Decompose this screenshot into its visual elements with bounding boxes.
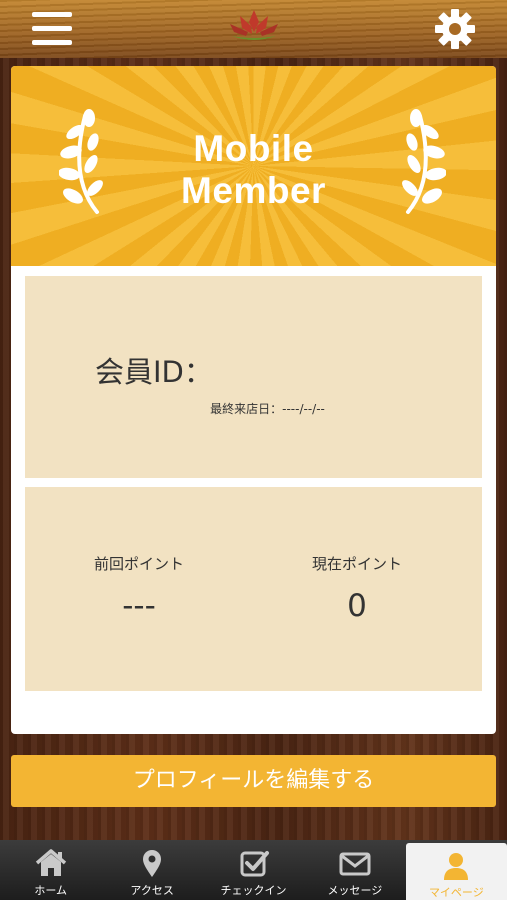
points-panel: 前回ポイント --- 現在ポイント 0: [25, 487, 482, 691]
user-icon: [444, 853, 469, 880]
tab-home[interactable]: ホーム: [0, 840, 101, 900]
previous-points-label: 前回ポイント: [93, 555, 184, 573]
tab-checkin-label: チェックイン: [220, 884, 287, 897]
last-visit-date: 最終来店日：----/--/--: [210, 402, 325, 416]
current-points-value: 0: [347, 588, 367, 624]
member-id-panel: 会員ID： 最終来店日：----/--/--: [25, 276, 482, 478]
app-header: [0, 0, 507, 58]
gear-icon[interactable]: [434, 8, 476, 50]
current-points: 現在ポイント 0: [243, 553, 471, 624]
member-banner: Mobile Member: [11, 66, 496, 266]
tab-mypage-label: マイページ: [428, 886, 484, 899]
tab-message[interactable]: メッセージ: [304, 840, 405, 900]
checkbox-icon: [240, 851, 269, 877]
bottom-tab-bar: ホーム アクセス チェックイン メッセージ マイページ: [0, 840, 507, 900]
tab-checkin[interactable]: チェックイン: [203, 840, 304, 900]
laurel-right-icon: [402, 109, 446, 214]
map-pin-icon: [143, 850, 162, 877]
envelope-icon: [339, 852, 371, 876]
edit-profile-button[interactable]: プロフィールを編集する: [11, 755, 496, 807]
previous-points-value: ---: [122, 588, 156, 624]
member-id-label: 会員ID：: [95, 355, 213, 389]
tab-message-label: メッセージ: [327, 884, 383, 897]
tab-mypage[interactable]: マイページ: [405, 843, 507, 900]
previous-points: 前回ポイント ---: [25, 553, 253, 624]
tab-access-label: アクセス: [130, 884, 174, 897]
member-card: Mobile Member 会員ID： 最終来店日：----/--/-- 前回ポ…: [11, 66, 496, 734]
menu-icon[interactable]: [30, 10, 74, 48]
current-points-label: 現在ポイント: [311, 555, 402, 573]
tab-home-label: ホーム: [34, 884, 68, 897]
home-icon: [35, 849, 66, 876]
tab-access[interactable]: アクセス: [101, 840, 202, 900]
lotus-logo: [230, 10, 278, 40]
